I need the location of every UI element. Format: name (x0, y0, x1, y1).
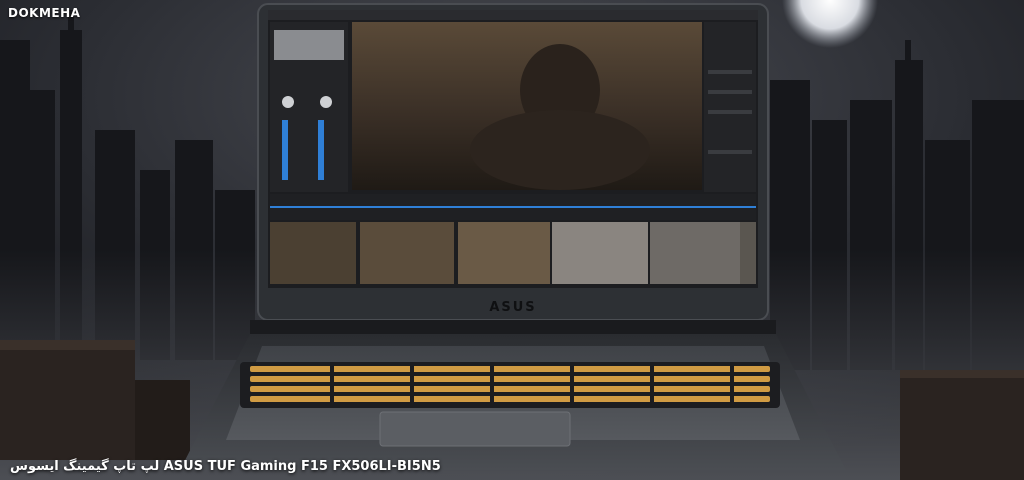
touchpad (379, 411, 571, 447)
laptop-scene: ASUS (0, 0, 1024, 480)
right-crates (900, 370, 1024, 480)
laptop-hinge (250, 320, 776, 334)
video-editor-ui (268, 10, 758, 284)
asus-logo: ASUS (489, 300, 536, 315)
laptop-base (180, 334, 846, 470)
laptop-lid: ASUS (257, 3, 769, 321)
site-watermark: DOKMEHA (8, 6, 81, 20)
product-caption: لپ تاپ گیمینگ ایسوس ASUS TUF Gaming F15 … (10, 459, 441, 474)
